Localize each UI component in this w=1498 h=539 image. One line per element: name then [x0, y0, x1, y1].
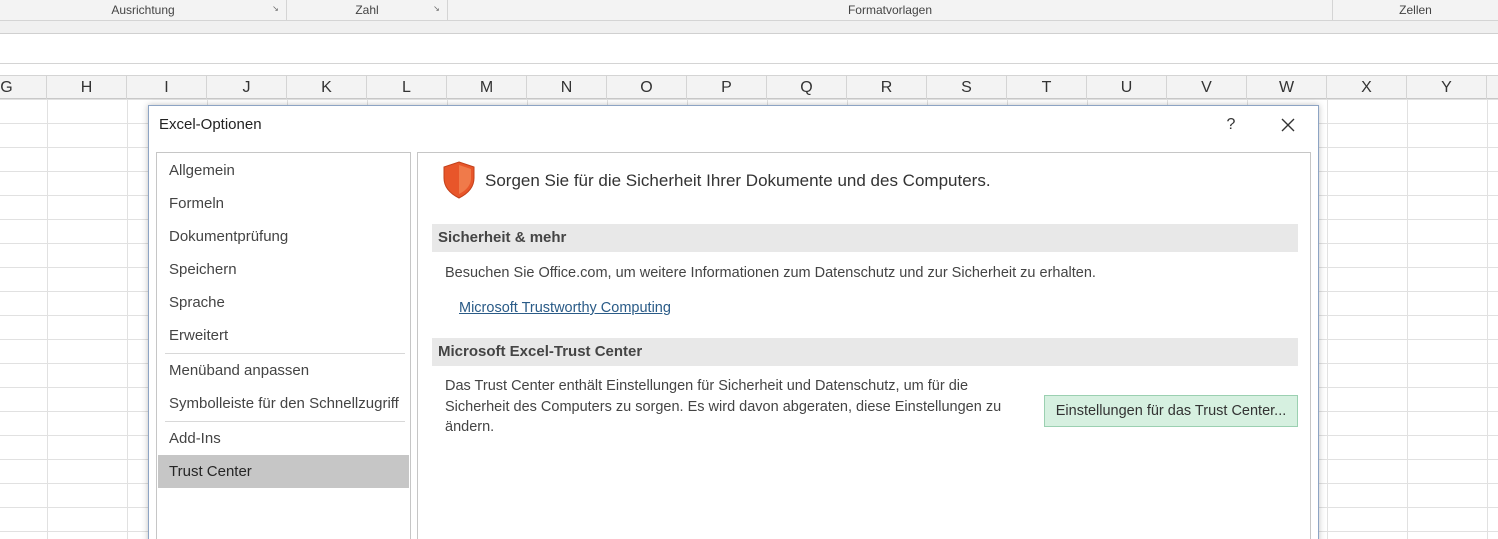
section-header-security: Sicherheit & mehr [432, 224, 1298, 252]
ribbon-group-label: Zahl [355, 3, 379, 17]
nav-item-menueband[interactable]: Menüband anpassen [158, 354, 409, 387]
nav-item-allgemein[interactable]: Allgemein [158, 154, 409, 187]
ribbon-group-zahl: Zahl ↘ [287, 0, 448, 21]
ribbon-bottom-edge [0, 21, 1498, 34]
ribbon-group-labels: Ausrichtung ↘ Zahl ↘ Formatvorlagen Zell… [0, 0, 1498, 21]
nav-item-schnellzugriff[interactable]: Symbolleiste für den Schnellzugriff [158, 387, 409, 420]
column-header[interactable]: Q [767, 76, 847, 99]
column-header[interactable]: V [1167, 76, 1247, 99]
ribbon-group-zellen: Zellen [1333, 0, 1498, 21]
formula-bar[interactable] [0, 34, 1498, 64]
column-headers: G H I J K L M N O P Q R S T U V W X Y [0, 75, 1498, 99]
trust-center-description: Das Trust Center enthält Einstellungen f… [445, 376, 1035, 438]
section-header-trust-center: Microsoft Excel-Trust Center [432, 338, 1298, 366]
column-header[interactable]: P [687, 76, 767, 99]
security-info-text: Besuchen Sie Office.com, um weitere Info… [445, 265, 1096, 281]
trust-center-settings-button[interactable]: Einstellungen für das Trust Center... [1044, 395, 1298, 427]
excel-options-dialog: Excel-Optionen ? Allgemein Formeln Dokum… [148, 105, 1319, 539]
column-header[interactable]: K [287, 76, 367, 99]
column-header[interactable]: M [447, 76, 527, 99]
options-nav: Allgemein Formeln Dokumentprüfung Speich… [156, 152, 411, 539]
column-header[interactable]: J [207, 76, 287, 99]
nav-item-dokumentpruefung[interactable]: Dokumentprüfung [158, 220, 409, 253]
nav-item-speichern[interactable]: Speichern [158, 253, 409, 286]
column-header[interactable]: O [607, 76, 687, 99]
column-header[interactable]: G [0, 76, 47, 99]
column-header[interactable]: W [1247, 76, 1327, 99]
ribbon-group-formatvorlagen: Formatvorlagen [448, 0, 1333, 21]
ribbon-group-label: Formatvorlagen [847, 3, 933, 17]
column-header[interactable]: R [847, 76, 927, 99]
nav-item-formeln[interactable]: Formeln [158, 187, 409, 220]
column-header[interactable]: N [527, 76, 607, 99]
close-icon [1281, 118, 1295, 132]
column-header[interactable]: T [1007, 76, 1087, 99]
column-header[interactable]: Y [1407, 76, 1487, 99]
close-button[interactable] [1275, 112, 1301, 138]
dialog-title: Excel-Optionen [159, 116, 262, 133]
column-header[interactable]: U [1087, 76, 1167, 99]
dialog-launcher-icon[interactable]: ↘ [271, 4, 280, 13]
page-headline: Sorgen Sie für die Sicherheit Ihrer Doku… [485, 171, 991, 190]
ribbon-group-label: Ausrichtung [111, 3, 175, 17]
column-header[interactable]: I [127, 76, 207, 99]
trust-center-pane: Sorgen Sie für die Sicherheit Ihrer Doku… [417, 152, 1311, 539]
nav-item-add-ins[interactable]: Add-Ins [158, 422, 409, 455]
nav-item-trust-center[interactable]: Trust Center [158, 455, 409, 488]
column-header[interactable]: X [1327, 76, 1407, 99]
column-header[interactable]: H [47, 76, 127, 99]
column-header[interactable]: S [927, 76, 1007, 99]
nav-item-erweitert[interactable]: Erweitert [158, 319, 409, 352]
ribbon-group-ausrichtung: Ausrichtung ↘ [0, 0, 287, 21]
column-header[interactable]: L [367, 76, 447, 99]
shield-icon [443, 161, 475, 199]
description-line: ändern. [445, 419, 495, 435]
description-line: Sicherheit des Computers zu sorgen. Es w… [445, 398, 1002, 415]
trustworthy-computing-link[interactable]: Microsoft Trustworthy Computing [459, 300, 671, 316]
description-line: Das Trust Center enthält Einstellungen f… [445, 378, 969, 394]
help-button[interactable]: ? [1219, 114, 1243, 136]
nav-item-sprache[interactable]: Sprache [158, 286, 409, 319]
ribbon-group-label: Zellen [1399, 3, 1432, 17]
dialog-launcher-icon[interactable]: ↘ [432, 4, 441, 13]
